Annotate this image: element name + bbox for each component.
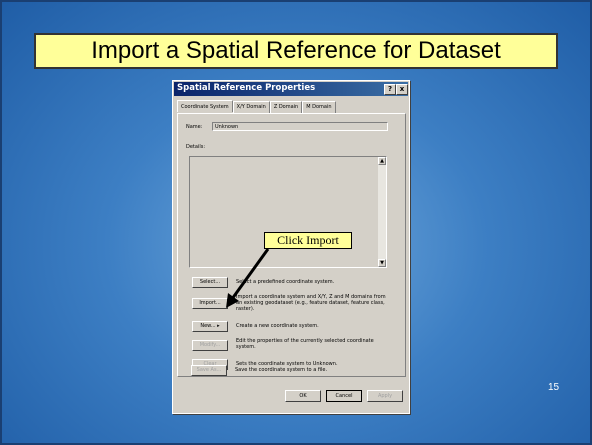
- click-import-callout: Click Import: [264, 232, 352, 249]
- page-number: 15: [548, 382, 560, 393]
- callout-arrow-icon: [226, 248, 270, 308]
- slide-background: Import a Spatial Reference for Dataset S…: [0, 0, 592, 445]
